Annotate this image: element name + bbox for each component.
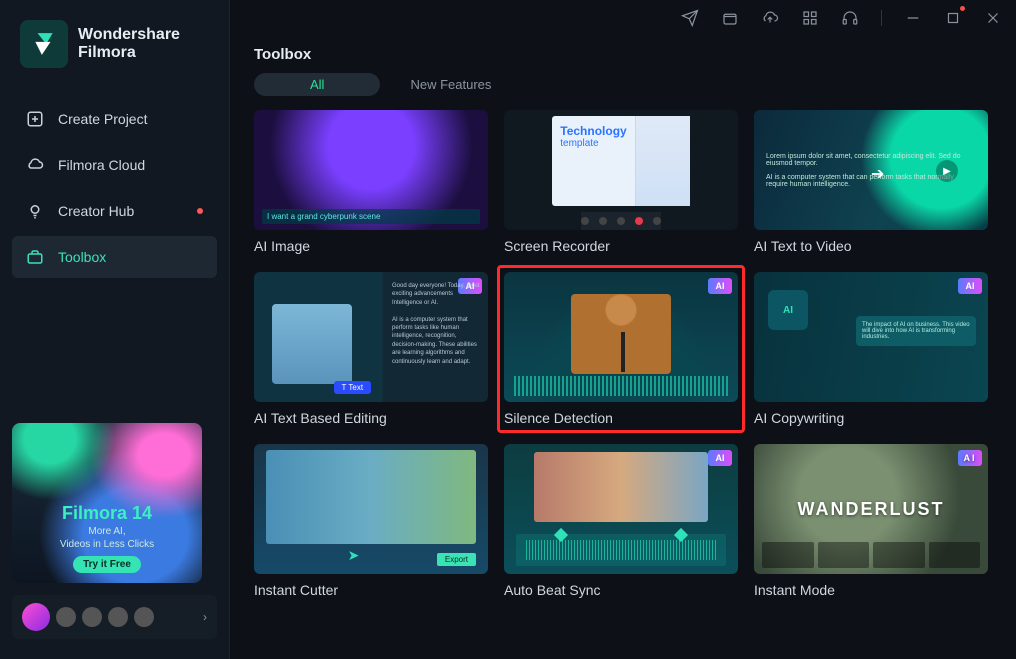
sidebar-item-create-project[interactable]: Create Project <box>12 98 217 140</box>
avatar-icon <box>82 607 102 627</box>
sidebar-item-creator-hub[interactable]: Creator Hub <box>12 190 217 232</box>
send-icon[interactable] <box>681 9 699 27</box>
sidebar-item-filmora-cloud[interactable]: Filmora Cloud <box>12 144 217 186</box>
plus-square-icon <box>26 110 44 128</box>
sidebar-item-toolbox[interactable]: Toolbox <box>12 236 217 278</box>
bulb-icon <box>26 202 44 220</box>
ai-badge-icon: AI <box>708 450 732 466</box>
tab-new-features[interactable]: New Features <box>410 77 491 92</box>
play-icon: ▶ <box>936 160 958 182</box>
toolbox-icon <box>26 248 44 266</box>
thumb-text: Technology <box>560 124 626 138</box>
card-ai-text-based-editing[interactable]: AI Good day everyone! Today, most exciti… <box>254 272 488 426</box>
chevron-right-icon: › <box>203 610 207 624</box>
ai-box-icon: AI <box>768 290 808 330</box>
maximize-button[interactable] <box>944 9 962 27</box>
card-caption: Auto Beat Sync <box>504 582 738 598</box>
thumbnail: AI AI The impact of AI on business. This… <box>754 272 988 402</box>
brand-line2: Filmora <box>78 44 180 62</box>
apps-grid-icon[interactable] <box>801 9 819 27</box>
ai-badge-icon: AI <box>958 278 982 294</box>
main-panel: Toolbox All New Features AI Image Techno… <box>230 0 1016 659</box>
card-caption: Instant Mode <box>754 582 988 598</box>
card-caption: Instant Cutter <box>254 582 488 598</box>
cursor-icon: ➤ <box>348 547 360 564</box>
card-caption: Silence Detection <box>504 410 738 426</box>
sidebar-item-label: Filmora Cloud <box>58 157 145 173</box>
sidebar-nav: Create Project Filmora Cloud Creator Hub… <box>12 98 217 278</box>
export-chip: Export <box>437 553 476 566</box>
notification-dot-icon <box>197 208 203 214</box>
card-ai-image[interactable]: AI Image <box>254 110 488 254</box>
sidebar: Wondershare Filmora Create Project Filmo… <box>0 0 230 659</box>
close-button[interactable] <box>984 9 1002 27</box>
card-screen-recorder[interactable]: Technologytemplate Screen Recorder <box>504 110 738 254</box>
promo-cta-button[interactable]: Try it Free <box>73 556 141 573</box>
card-ai-copywriting[interactable]: AI AI The impact of AI on business. This… <box>754 272 988 426</box>
minimize-button[interactable] <box>904 9 922 27</box>
avatar-icon <box>134 607 154 627</box>
ai-badge-icon: AI <box>958 450 982 466</box>
cloud-upload-icon[interactable] <box>761 9 779 27</box>
promo-title: Filmora 14 <box>62 503 152 524</box>
app-logo-icon <box>20 20 68 68</box>
tool-grid: AI Image Technologytemplate Screen Recor… <box>254 110 992 598</box>
ai-badge-icon: AI <box>708 278 732 294</box>
thumbnail: AI Good day everyone! Today, most exciti… <box>254 272 488 402</box>
thumbnail: AI WANDERLUST <box>754 444 988 574</box>
thumbnail: AI <box>504 272 738 402</box>
sidebar-item-label: Toolbox <box>58 249 106 265</box>
card-auto-beat-sync[interactable]: AI Auto Beat Sync <box>504 444 738 598</box>
avatar-icon <box>56 607 76 627</box>
cloud-icon <box>26 156 44 174</box>
account-row[interactable]: › <box>12 595 217 639</box>
card-instant-cutter[interactable]: Export ➤ Instant Cutter <box>254 444 488 598</box>
thumbnail: Export ➤ <box>254 444 488 574</box>
text-chip: T Text <box>334 381 372 394</box>
thumbnail: AI <box>504 444 738 574</box>
promo-subtitle-2: Videos in Less Clicks <box>60 539 154 550</box>
titlebar <box>230 0 1016 36</box>
page-title: Toolbox <box>254 46 992 63</box>
card-caption: AI Text Based Editing <box>254 410 488 426</box>
card-caption: AI Copywriting <box>754 410 988 426</box>
card-silence-detection[interactable]: AI Silence Detection <box>497 265 745 433</box>
thumb-text: The impact of AI on business. This video… <box>856 316 976 346</box>
brand-line1: Wondershare <box>78 26 180 44</box>
promo-subtitle-1: More AI, <box>88 526 125 537</box>
thumbnail: Technologytemplate <box>504 110 738 230</box>
headset-icon[interactable] <box>841 9 859 27</box>
avatar-icon <box>108 607 128 627</box>
avatar-icon <box>22 603 50 631</box>
sidebar-item-label: Creator Hub <box>58 203 134 219</box>
thumb-text: template <box>560 138 626 149</box>
thumbnail <box>254 110 488 230</box>
sidebar-item-label: Create Project <box>58 111 147 127</box>
tab-row: All New Features <box>254 73 992 96</box>
app-logo: Wondershare Filmora <box>12 20 217 68</box>
card-caption: AI Text to Video <box>754 238 988 254</box>
promo-banner[interactable]: Filmora 14 More AI, Videos in Less Click… <box>12 423 202 583</box>
package-icon[interactable] <box>721 9 739 27</box>
card-caption: Screen Recorder <box>504 238 738 254</box>
separator <box>881 10 882 26</box>
thumb-title: WANDERLUST <box>798 499 945 520</box>
card-ai-text-to-video[interactable]: Lorem ipsum dolor sit amet, consectetur … <box>754 110 988 254</box>
card-caption: AI Image <box>254 238 488 254</box>
arrow-right-icon: ➔ <box>871 164 884 184</box>
thumbnail: Lorem ipsum dolor sit amet, consectetur … <box>754 110 988 230</box>
tab-all[interactable]: All <box>254 73 380 96</box>
card-instant-mode[interactable]: AI WANDERLUST Instant Mode <box>754 444 988 598</box>
content-area: Toolbox All New Features AI Image Techno… <box>230 36 1016 659</box>
